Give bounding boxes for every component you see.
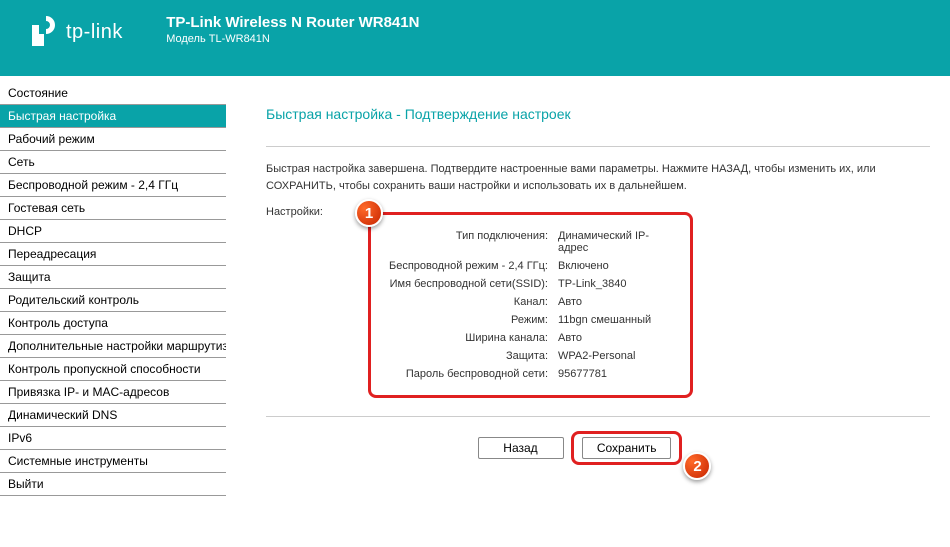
settings-value: Авто (558, 332, 678, 344)
sidebar-item[interactable]: DHCP (0, 220, 226, 243)
callout-marker-1: 1 (355, 199, 383, 227)
settings-row: Защита:WPA2-Personal (383, 347, 678, 365)
settings-row: Канал:Авто (383, 293, 678, 311)
sidebar-item[interactable]: Состояние (0, 82, 226, 105)
settings-row: Пароль беспроводной сети:95677781 (383, 365, 678, 383)
settings-key: Имя беспроводной сети(SSID): (383, 278, 558, 290)
sidebar-item[interactable]: Переадресация (0, 243, 226, 266)
settings-key: Беспроводной режим - 2,4 ГГц: (383, 260, 558, 272)
sidebar-item[interactable]: Выйти (0, 473, 226, 496)
sidebar-item[interactable]: Защита (0, 266, 226, 289)
settings-value: 11bgn смешанный (558, 314, 678, 326)
back-button[interactable]: Назад (478, 437, 564, 459)
product-title: TP-Link Wireless N Router WR841N (166, 14, 419, 31)
settings-value: TP-Link_3840 (558, 278, 678, 290)
settings-key: Режим: (383, 314, 558, 326)
intro-text: Быстрая настройка завершена. Подтвердите… (266, 161, 886, 194)
sidebar-item[interactable]: Динамический DNS (0, 404, 226, 427)
sidebar-item[interactable]: Привязка IP- и MAC-адресов (0, 381, 226, 404)
settings-row: Режим:11bgn смешанный (383, 311, 678, 329)
settings-key: Ширина канала: (383, 332, 558, 344)
header: tp-link TP-Link Wireless N Router WR841N… (0, 0, 950, 76)
settings-key: Тип подключения: (383, 230, 558, 254)
settings-row: Ширина канала:Авто (383, 329, 678, 347)
sidebar-item[interactable]: IPv6 (0, 427, 226, 450)
settings-value: 95677781 (558, 368, 678, 380)
callout-marker-2: 2 (683, 452, 711, 480)
divider (266, 146, 930, 147)
sidebar-item[interactable]: Гостевая сеть (0, 197, 226, 220)
settings-value: WPA2-Personal (558, 350, 678, 362)
sidebar-item[interactable]: Дополнительные настройки маршрутизации (0, 335, 226, 358)
settings-key: Пароль беспроводной сети: (383, 368, 558, 380)
sidebar-item[interactable]: Быстрая настройка (0, 105, 226, 128)
sidebar-item[interactable]: Родительский контроль (0, 289, 226, 312)
main-content: Быстрая настройка - Подтверждение настро… (226, 76, 950, 547)
logo-area: tp-link (30, 14, 123, 51)
settings-row: Имя беспроводной сети(SSID):TP-Link_3840 (383, 275, 678, 293)
settings-label: Настройки: (266, 206, 323, 218)
settings-value: Включено (558, 260, 678, 272)
sidebar-item[interactable]: Рабочий режим (0, 128, 226, 151)
button-row: Назад Сохранить 2 (226, 431, 930, 465)
tplink-logo-icon (30, 14, 60, 51)
divider (266, 416, 930, 417)
page-title: Быстрая настройка - Подтверждение настро… (266, 106, 930, 122)
settings-row: Тип подключения:Динамический IP-адрес (383, 227, 678, 257)
settings-key: Защита: (383, 350, 558, 362)
save-button[interactable]: Сохранить (582, 437, 672, 459)
settings-key: Канал: (383, 296, 558, 308)
settings-value: Авто (558, 296, 678, 308)
title-block: TP-Link Wireless N Router WR841N Модель … (166, 14, 419, 45)
save-highlight-box: Сохранить 2 (571, 431, 683, 465)
model-label: Модель TL-WR841N (166, 33, 419, 45)
sidebar-item[interactable]: Системные инструменты (0, 450, 226, 473)
settings-row: Беспроводной режим - 2,4 ГГц:Включено (383, 257, 678, 275)
sidebar-item[interactable]: Беспроводной режим - 2,4 ГГц (0, 174, 226, 197)
sidebar-item[interactable]: Сеть (0, 151, 226, 174)
sidebar-item[interactable]: Контроль доступа (0, 312, 226, 335)
sidebar: СостояниеБыстрая настройкаРабочий режимС… (0, 76, 226, 547)
brand-text: tp-link (66, 21, 123, 44)
settings-value: Динамический IP-адрес (558, 230, 678, 254)
sidebar-item[interactable]: Контроль пропускной способности (0, 358, 226, 381)
settings-summary-box: 1 Тип подключения:Динамический IP-адресБ… (368, 212, 693, 398)
